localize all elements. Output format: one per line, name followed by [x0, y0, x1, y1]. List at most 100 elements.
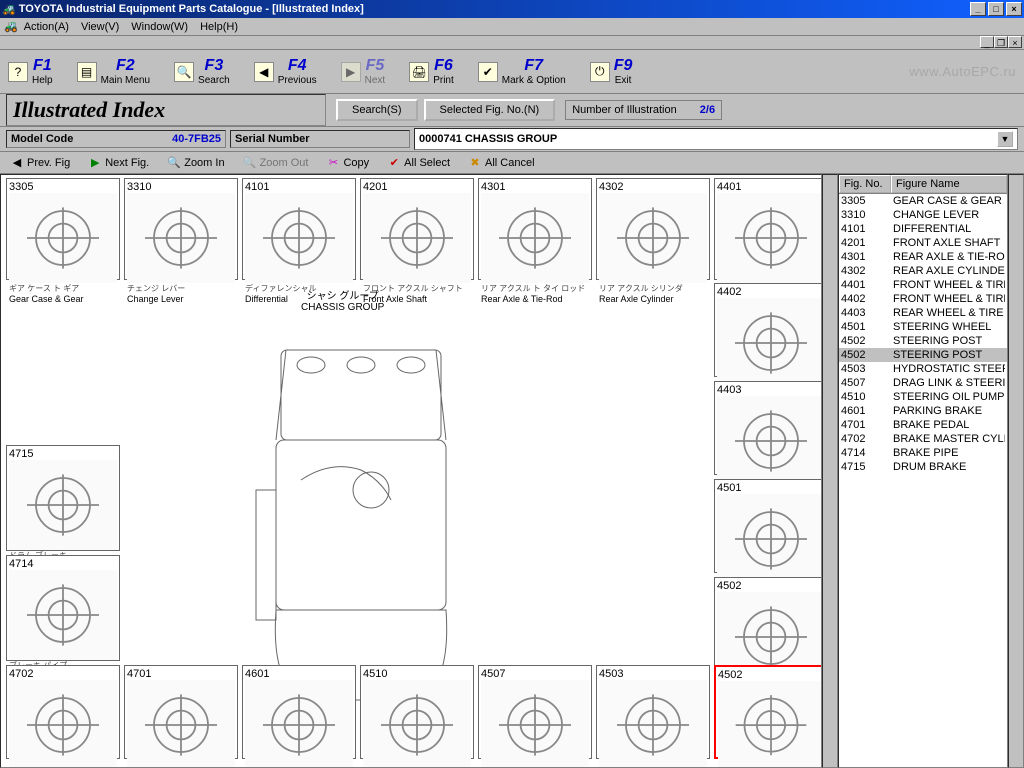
menu-action[interactable]: Action(A): [24, 21, 69, 33]
toolbar-search-button[interactable]: 🔍F3Search: [174, 57, 230, 86]
fig-thumb-3310[interactable]: 3310チェンジ レバーChange Lever: [124, 178, 238, 280]
view-all-select-button[interactable]: ✔All Select: [383, 154, 454, 172]
search-icon: 🔍: [174, 62, 194, 82]
figure-list-row[interactable]: 4503HYDROSTATIC STEERING: [839, 362, 1007, 376]
watermark: www.AutoEPC.ru: [909, 64, 1016, 79]
view-all-cancel-button[interactable]: ✖All Cancel: [464, 154, 539, 172]
figure-list-row[interactable]: 4701BRAKE PEDAL: [839, 418, 1007, 432]
mdi-restore-button[interactable]: ❐: [994, 36, 1008, 48]
figure-list-row[interactable]: 4502STEERING POST: [839, 334, 1007, 348]
fig-thumb-3305[interactable]: 3305ギア ケース ト ギアGear Case & Gear: [6, 178, 120, 280]
figure-list-row[interactable]: 4402FRONT WHEEL & TIRE: [839, 292, 1007, 306]
search-button[interactable]: Search(S): [336, 99, 418, 121]
col-fig-name[interactable]: Figure Name: [891, 175, 1007, 193]
figure-list-row[interactable]: 4302REAR AXLE CYLINDER: [839, 264, 1007, 278]
side-scrollbar[interactable]: [1008, 174, 1024, 768]
menu-window[interactable]: Window(W): [131, 21, 188, 33]
window-title-bar: 🚜 TOYOTA Industrial Equipment Parts Cata…: [0, 0, 1024, 18]
toolbar-previous-button[interactable]: ◀F4Previous: [254, 57, 317, 86]
fig-thumb-4701[interactable]: 4701ブレーキ ペダルBrake Pedal: [124, 665, 238, 759]
view-zoom-out-button: 🔍Zoom Out: [239, 154, 313, 172]
figure-list-row[interactable]: 4715DRUM BRAKE: [839, 460, 1007, 474]
fig-thumb-4402[interactable]: 4402フロント ホイール ト タイヤ (ダブル)Front Wheel & T…: [714, 283, 822, 377]
view-copy-button[interactable]: ✂Copy: [322, 154, 373, 172]
figure-list-row[interactable]: 4510STEERING OIL PUMP: [839, 390, 1007, 404]
view-next-fig--button[interactable]: ▶Next Fig.: [84, 154, 153, 172]
close-button[interactable]: ×: [1006, 2, 1022, 16]
fig-thumb-4601[interactable]: 4601パーキング ブレーキParking Brake: [242, 665, 356, 759]
figure-list-row[interactable]: 4507DRAG LINK & STEERING: [839, 376, 1007, 390]
model-code-value: 40-7FB25: [172, 133, 221, 145]
fig-thumb-4510[interactable]: 4510ステアリング オイル ポンプSteering Oil Pump: [360, 665, 474, 759]
menu-help[interactable]: Help(H): [200, 21, 238, 33]
minimize-button[interactable]: _: [970, 2, 986, 16]
view-zoom-in-button[interactable]: 🔍Zoom In: [163, 154, 228, 172]
group-dropdown[interactable]: 0000741 CHASSIS GROUP ▼: [414, 128, 1018, 150]
fig-thumb-4503[interactable]: 4503ハイドロスタティック ステアリング バルブHydrostatic Ste…: [596, 665, 710, 759]
model-serial-row: Model Code 40-7FB25 Serial Number 000074…: [0, 127, 1024, 152]
help-icon: ?: [8, 62, 28, 82]
view-toolbar: ◀Prev. Fig ▶Next Fig. 🔍Zoom In 🔍Zoom Out ✂Co…: [0, 152, 1024, 174]
figure-list-row[interactable]: 4502STEERING POST: [839, 348, 1007, 362]
fig-thumb-4702[interactable]: 4702ブレーキ マスタ シリンダBrake Master Cylinder: [6, 665, 120, 759]
app-menu-icon[interactable]: 🚜: [4, 20, 18, 33]
chevron-down-icon: ▼: [997, 131, 1013, 147]
col-fig-no[interactable]: Fig. No.: [839, 175, 891, 193]
fig-thumb-4502[interactable]: 4502ステアリング ポストSteering Post: [714, 665, 822, 759]
header-row: Illustrated Index Search(S) Selected Fig…: [0, 94, 1024, 127]
selected-fig-button[interactable]: Selected Fig. No.(N): [424, 99, 556, 121]
num-ill-value: 2/6: [700, 104, 715, 116]
toolbar-help-button[interactable]: ?F1Help: [8, 57, 53, 86]
main menu-icon: ▤: [77, 62, 97, 82]
figure-list-row[interactable]: 4714BRAKE PIPE: [839, 446, 1007, 460]
illustration-canvas[interactable]: シャシ グループ CHASSIS GROUP 0000-741: [0, 174, 822, 768]
window-title: TOYOTA Industrial Equipment Parts Catalo…: [19, 3, 364, 15]
mdi-minimize-button[interactable]: _: [980, 36, 994, 48]
figure-list-row[interactable]: 4401FRONT WHEEL & TIRE: [839, 278, 1007, 292]
fig-thumb-4502[interactable]: 4502ステアリング ポストSteering Post: [714, 577, 822, 671]
fig-thumb-4715[interactable]: 4715ドラム ブレーキDrum Brake: [6, 445, 120, 551]
fig-thumb-4507[interactable]: 4507ドラッグリンク ト ステアリング パイピングDraglink & Ste…: [478, 665, 592, 759]
next-icon: ▶: [341, 62, 361, 82]
serial-number-label: Serial Number: [235, 133, 310, 145]
toolbar-print-button[interactable]: 🖨F6Print: [409, 57, 454, 86]
figure-list-row[interactable]: 4301REAR AXLE & TIE-ROD: [839, 250, 1007, 264]
figure-list-row[interactable]: 3305GEAR CASE & GEAR: [839, 194, 1007, 208]
menu-view[interactable]: View(V): [81, 21, 119, 33]
fig-thumb-4302[interactable]: 4302リア アクスル シリンダRear Axle Cylinder: [596, 178, 710, 280]
main-area: シャシ グループ CHASSIS GROUP 0000-741: [0, 174, 1024, 768]
toolbar-exit-button[interactable]: ⏻F9Exit: [590, 57, 633, 86]
toolbar-next-button: ▶F5Next: [341, 57, 386, 86]
toolbar: ?F1Help ▤F2Main Menu 🔍F3Search ◀F4Previous ▶…: [0, 50, 1024, 94]
fig-thumb-4101[interactable]: 4101ディファレンシャルDifferential: [242, 178, 356, 280]
app-icon: 🚜: [2, 3, 16, 16]
mdi-controls: _ ❐ ×: [0, 36, 1024, 50]
view-prev-fig-button[interactable]: ◀Prev. Fig: [6, 154, 74, 172]
fig-thumb-4714[interactable]: 4714ブレーキ パイプBrake Pipe: [6, 555, 120, 661]
toolbar-mark-option-button[interactable]: ✔F7Mark & Option: [478, 57, 566, 86]
canvas-scrollbar[interactable]: [822, 174, 838, 768]
figure-list-row[interactable]: 3310CHANGE LEVER: [839, 208, 1007, 222]
figure-list-row[interactable]: 4601PARKING BRAKE: [839, 404, 1007, 418]
figure-list-row[interactable]: 4501STEERING WHEEL: [839, 320, 1007, 334]
maximize-button[interactable]: □: [988, 2, 1004, 16]
figure-list-row[interactable]: 4403REAR WHEEL & TIRE: [839, 306, 1007, 320]
fig-thumb-4401[interactable]: 4401フロント ホイール ト タイヤ (シングル)Front Wheel & …: [714, 178, 822, 280]
toolbar-main-menu-button[interactable]: ▤F2Main Menu: [77, 57, 150, 86]
model-code-label: Model Code: [11, 133, 73, 145]
fig-thumb-4301[interactable]: 4301リア アクスル ト タイ ロッドRear Axle & Tie-Rod: [478, 178, 592, 280]
mdi-close-button[interactable]: ×: [1008, 36, 1022, 48]
fig-thumb-4501[interactable]: 4501ステアリング ホイールSteering Wheel: [714, 479, 822, 573]
menu-bar: 🚜 Action(A) View(V) Window(W) Help(H): [0, 18, 1024, 36]
figure-list-panel: Fig. No. Figure Name 3305GEAR CASE & GEA…: [838, 174, 1008, 768]
figure-list-row[interactable]: 4101DIFFERENTIAL: [839, 222, 1007, 236]
figure-list-row[interactable]: 4702BRAKE MASTER CYLINDER: [839, 432, 1007, 446]
print-icon: 🖨: [409, 62, 429, 82]
fig-thumb-4201[interactable]: 4201フロント アクスル シャフトFront Axle Shaft: [360, 178, 474, 280]
fig-thumb-4403[interactable]: 4403リア ホイール ト タイヤRear Wheel & Tire: [714, 381, 822, 475]
mark & option-icon: ✔: [478, 62, 498, 82]
figure-list-row[interactable]: 4201FRONT AXLE SHAFT: [839, 236, 1007, 250]
exit-icon: ⏻: [590, 62, 610, 82]
group-dropdown-value: 0000741 CHASSIS GROUP: [419, 133, 557, 145]
num-illustration-box: Number of Illustration 2/6: [565, 100, 722, 120]
